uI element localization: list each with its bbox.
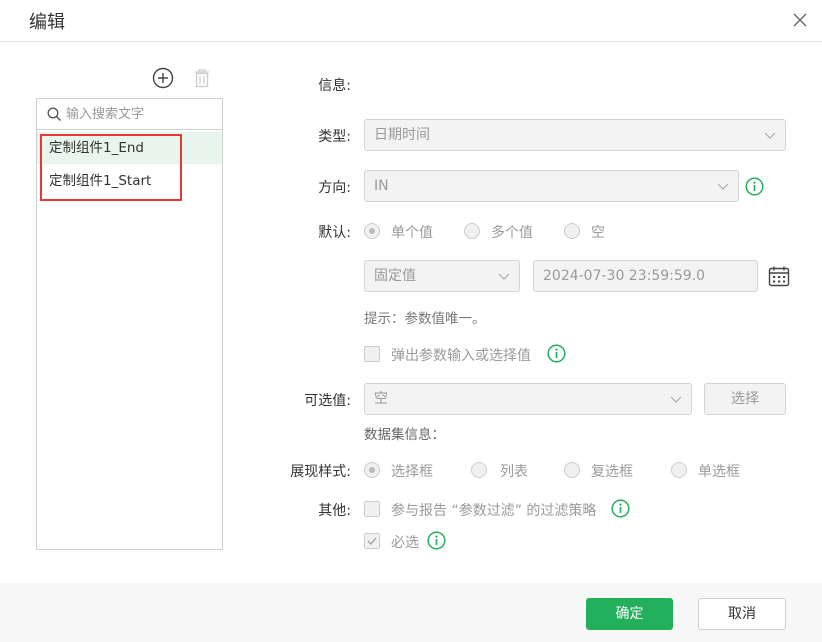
popup-checkbox-label: 弹出参数输入或选择值 (391, 348, 531, 364)
unique-value-hint: 提示：参数值唯一。 (364, 311, 486, 327)
checkmark-icon (367, 537, 377, 546)
chevron-down-icon (670, 396, 682, 403)
calendar-icon[interactable] (768, 265, 790, 287)
dataset-info: 数据集信息： (364, 427, 445, 443)
add-icon[interactable] (152, 67, 174, 89)
display-radio-checkbox[interactable] (564, 462, 580, 478)
direction-value: IN (374, 178, 389, 194)
info-icon[interactable] (745, 177, 764, 196)
chevron-down-icon (717, 183, 729, 190)
choose-button: 选择 (704, 383, 786, 415)
list-item-end[interactable]: 定制组件1_End (37, 132, 222, 164)
value-mode-select: 固定值 (364, 260, 520, 292)
type-select: 日期时间 (364, 119, 786, 151)
search-input[interactable] (66, 103, 216, 125)
datetime-input: 2024-07-30 23:59:59.0 (533, 260, 758, 292)
type-value: 日期时间 (374, 127, 430, 143)
participate-filter-checkbox[interactable] (364, 501, 380, 517)
info-label: 信息: (318, 78, 351, 94)
parameter-list-panel: 定制组件1_End 定制组件1_Start (36, 98, 223, 550)
popup-checkbox[interactable] (364, 346, 380, 362)
dialog-header: 编辑 (0, 0, 822, 42)
default-radio-empty[interactable] (564, 223, 580, 239)
search-icon (47, 107, 61, 121)
default-option-empty: 空 (591, 225, 605, 241)
cancel-button[interactable]: 取消 (698, 598, 786, 630)
info-icon[interactable] (611, 499, 630, 518)
edit-dialog: 编辑 定制组件1_End 定制组件1_Start 信息: 类型: 日期时间 (0, 0, 822, 642)
direction-label: 方向: (318, 180, 351, 196)
delete-icon (195, 69, 209, 88)
optional-values-label: 可选值: (304, 393, 351, 409)
participate-filter-label: 参与报告 “参数过滤” 的过滤策略 (391, 503, 597, 519)
info-icon[interactable] (547, 344, 566, 363)
direction-select: IN (364, 170, 739, 202)
default-radio-single[interactable] (364, 223, 380, 239)
display-option-list: 列表 (500, 464, 528, 480)
chevron-down-icon (764, 132, 776, 139)
close-icon[interactable] (790, 10, 810, 30)
display-option-select: 选择框 (391, 464, 433, 480)
display-option-radio: 单选框 (698, 464, 740, 480)
required-label: 必选 (391, 535, 419, 551)
list-item-start[interactable]: 定制组件1_Start (37, 165, 222, 197)
type-label: 类型: (318, 129, 351, 145)
display-style-label: 展现样式: (290, 464, 351, 480)
display-option-checkbox: 复选框 (591, 464, 633, 480)
info-icon[interactable] (427, 531, 446, 550)
other-label: 其他: (318, 503, 351, 519)
optional-values-value: 空 (374, 391, 388, 407)
dialog-title: 编辑 (29, 12, 65, 33)
ok-button[interactable]: 确定 (586, 598, 673, 630)
default-label: 默认: (318, 225, 351, 241)
display-radio-list[interactable] (471, 462, 487, 478)
default-radio-multiple[interactable] (464, 223, 480, 239)
default-option-multiple: 多个值 (491, 225, 533, 241)
datetime-value: 2024-07-30 23:59:59.0 (543, 268, 706, 284)
display-radio-radio[interactable] (671, 462, 687, 478)
chevron-down-icon (498, 273, 510, 280)
default-option-single: 单个值 (391, 225, 433, 241)
search-box (37, 99, 222, 130)
value-mode-value: 固定值 (374, 268, 416, 284)
optional-values-select: 空 (364, 383, 692, 415)
display-radio-select[interactable] (364, 462, 380, 478)
required-checkbox[interactable] (364, 533, 380, 549)
